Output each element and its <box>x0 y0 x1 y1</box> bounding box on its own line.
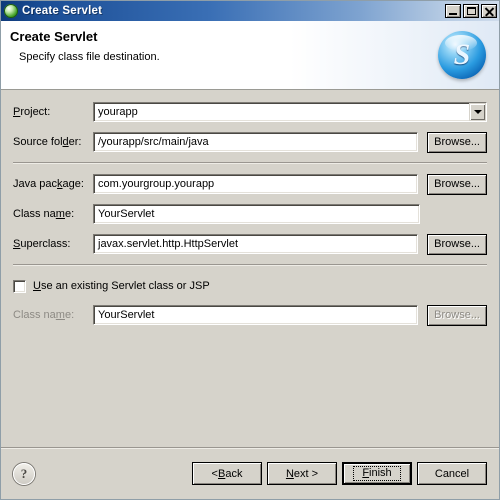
java-package-input[interactable]: com.yourgroup.yourapp <box>93 174 419 194</box>
wizard-banner: Create Servlet Specify class file destin… <box>1 21 499 90</box>
field-row-source-folder: Source folder: /yourapp/src/main/java Br… <box>13 131 487 153</box>
browse-java-package-button[interactable]: Browse... <box>427 173 487 195</box>
existing-class-name-value: YourServlet <box>98 309 155 321</box>
class-name-label: Class name: <box>13 208 75 220</box>
next-button[interactable]: Next > <box>267 462 337 485</box>
class-name-value: YourServlet <box>98 208 155 220</box>
field-row-class-name: Class name: YourServlet <box>13 204 487 224</box>
servlet-form: Project: yourapp Source folder: /yourapp… <box>1 90 499 335</box>
project-label: Project: <box>13 106 51 118</box>
help-icon[interactable]: ? <box>13 462 35 485</box>
servlet-app-icon <box>4 4 18 18</box>
create-servlet-dialog: Create Servlet Create Servlet Specify cl… <box>0 0 500 500</box>
dialog-body: Project: yourapp Source folder: /yourapp… <box>1 90 499 447</box>
browse-superclass-button[interactable]: Browse... <box>427 233 487 255</box>
chevron-down-icon[interactable] <box>469 103 486 121</box>
existing-class-name-label: Class name: <box>13 309 75 321</box>
separator-2 <box>13 264 487 266</box>
s-badge-logo: S <box>438 31 486 79</box>
close-button[interactable] <box>481 4 497 18</box>
source-folder-input[interactable]: /yourapp/src/main/java <box>93 132 419 152</box>
title-bar[interactable]: Create Servlet <box>1 1 499 21</box>
java-package-label: Java package: <box>13 178 84 190</box>
field-row-java-package: Java package: com.yourgroup.yourapp Brow… <box>13 173 487 195</box>
minimize-button[interactable] <box>445 4 461 18</box>
page-title: Create Servlet <box>10 29 98 44</box>
browse-source-folder-button[interactable]: Browse... <box>427 131 487 153</box>
existing-class-name-input: YourServlet <box>93 305 419 325</box>
use-existing-servlet-row[interactable]: Use an existing Servlet class or JSP <box>13 276 487 296</box>
dialog-footer: ? < Back Next > Finish Cancel <box>1 447 499 499</box>
use-existing-servlet-label: Use an existing Servlet class or JSP <box>33 280 210 292</box>
finish-button[interactable]: Finish <box>342 462 412 485</box>
source-folder-value: /yourapp/src/main/java <box>98 136 209 148</box>
superclass-input[interactable]: javax.servlet.http.HttpServlet <box>93 234 419 254</box>
superclass-label: Superclass: <box>13 238 71 250</box>
field-row-existing-class-name: Class name: YourServlet Browse... <box>13 304 487 326</box>
source-folder-label: Source folder: <box>13 136 82 148</box>
java-package-value: com.yourgroup.yourapp <box>98 178 215 190</box>
field-row-superclass: Superclass: javax.servlet.http.HttpServl… <box>13 233 487 255</box>
window-title: Create Servlet <box>22 5 103 17</box>
project-combobox[interactable]: yourapp <box>93 102 487 122</box>
page-subtitle: Specify class file destination. <box>19 51 160 63</box>
use-existing-servlet-checkbox[interactable] <box>13 279 26 293</box>
field-row-project: Project: yourapp <box>13 102 487 122</box>
superclass-value: javax.servlet.http.HttpServlet <box>98 238 239 250</box>
back-button[interactable]: < Back <box>192 462 262 485</box>
separator-1 <box>13 162 487 164</box>
project-value: yourapp <box>98 106 138 118</box>
footer-button-group: < Back Next > Finish Cancel <box>192 462 487 485</box>
cancel-button[interactable]: Cancel <box>417 462 487 485</box>
class-name-input[interactable]: YourServlet <box>93 204 420 224</box>
browse-existing-class-button: Browse... <box>427 304 487 326</box>
maximize-button[interactable] <box>463 4 479 18</box>
